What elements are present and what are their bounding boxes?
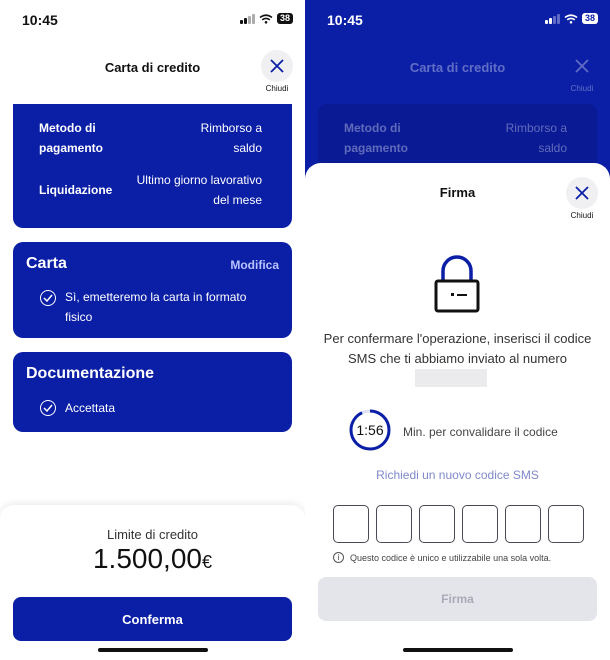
status-time: 10:45: [327, 12, 363, 28]
resend-sms-link[interactable]: Richiedi un nuovo codice SMS: [305, 468, 610, 482]
card-format-text: Sì, emetteremo la carta in formato fisic…: [65, 290, 247, 324]
credit-limit-amount: 1.500,00: [92, 543, 202, 574]
signature-screen: 10:45 38 Carta di credito Chiudi Metodo …: [305, 0, 610, 660]
lock-icon: [434, 255, 480, 313]
otp-info-text: Questo codice è unico e utilizzabile una…: [350, 552, 552, 563]
detail-key: Liquidazione: [39, 183, 113, 197]
status-icons: 38: [544, 13, 598, 24]
credit-limit-label: Limite di credito: [106, 527, 199, 542]
otp-digit-4[interactable]: [462, 505, 498, 543]
otp-digit-2[interactable]: [376, 505, 412, 543]
detail-value: Rimborso a saldo: [505, 121, 567, 155]
close-icon: [566, 177, 598, 209]
timer-label: Min. per convalidare il codice: [403, 425, 558, 439]
signature-modal: Firma Chiudi Per confermare l'operazione…: [305, 163, 610, 660]
detail-key: Metodo di pagamento: [344, 121, 409, 155]
close-icon: [261, 50, 293, 82]
close-icon: [566, 50, 598, 82]
credit-limit-value: 1.500,00€: [0, 543, 305, 575]
wifi-icon: [259, 13, 273, 24]
credit-card-screen: 10:45 38 Carta di credito Chiudi Metodo …: [0, 0, 305, 660]
detail-value: Ultimo giorno lavorativo del mese: [136, 173, 262, 207]
close-button[interactable]: Chiudi: [564, 177, 600, 220]
timer-value: 1:56: [356, 422, 384, 438]
documentation-status: Accettata: [65, 401, 116, 415]
home-indicator: [402, 648, 513, 652]
detail-key: Metodo di pagamento: [39, 121, 104, 155]
close-label: Chiudi: [570, 211, 594, 220]
status-time: 10:45: [22, 12, 58, 28]
otp-info: i Questo codice è unico e utilizzabile u…: [333, 552, 551, 563]
edit-link[interactable]: Modifica: [230, 258, 279, 272]
detail-row-payment-method: Metodo di pagamento Rimborso a saldo: [344, 118, 567, 158]
otp-digit-6[interactable]: [548, 505, 584, 543]
masked-phone-number: [415, 369, 487, 387]
payment-details-card: Metodo di pagamento Rimborso a saldo Liq…: [13, 104, 292, 228]
close-label: Chiudi: [265, 84, 289, 93]
confirm-button[interactable]: Conferma: [13, 597, 292, 641]
currency-symbol: €: [201, 552, 212, 572]
close-button-dimmed: Chiudi: [564, 50, 600, 93]
info-icon: i: [333, 552, 344, 563]
documentation-section: Documentazione Accettata: [13, 352, 292, 432]
battery-icon: 38: [581, 13, 598, 24]
dimmed-header: Carta di credito Chiudi: [305, 48, 610, 98]
detail-row-payment-method: Metodo di pagamento Rimborso a saldo: [39, 118, 262, 158]
detail-row-settlement: Liquidazione Ultimo giorno lavorativo de…: [39, 170, 262, 210]
check-icon: [40, 400, 56, 416]
status-bar: 10:45 38: [305, 0, 610, 40]
wifi-icon: [564, 13, 578, 24]
signal-icon: [239, 13, 255, 24]
otp-digit-5[interactable]: [505, 505, 541, 543]
signal-icon: [544, 13, 560, 24]
sign-button[interactable]: Firma: [318, 577, 597, 621]
section-title: Carta: [26, 255, 67, 272]
battery-icon: 38: [276, 13, 293, 24]
otp-digit-3[interactable]: [419, 505, 455, 543]
home-indicator: [97, 648, 208, 652]
close-label: Chiudi: [570, 84, 594, 93]
otp-digit-1[interactable]: [333, 505, 369, 543]
card-section: Carta Modifica Sì, emetteremo la carta i…: [13, 242, 292, 338]
status-bar: 10:45 38: [0, 0, 305, 40]
close-button[interactable]: Chiudi: [259, 50, 295, 93]
check-icon: [40, 290, 56, 306]
status-icons: 38: [239, 13, 293, 24]
credit-limit-sheet: Limite di credito 1.500,00€ Conferma: [0, 505, 305, 660]
instructions-text: Per confermare l'operazione, inserisci i…: [323, 331, 592, 366]
detail-value: Rimborso a saldo: [200, 121, 262, 155]
header: Carta di credito Chiudi: [0, 48, 305, 98]
section-title: Documentazione: [26, 365, 155, 382]
